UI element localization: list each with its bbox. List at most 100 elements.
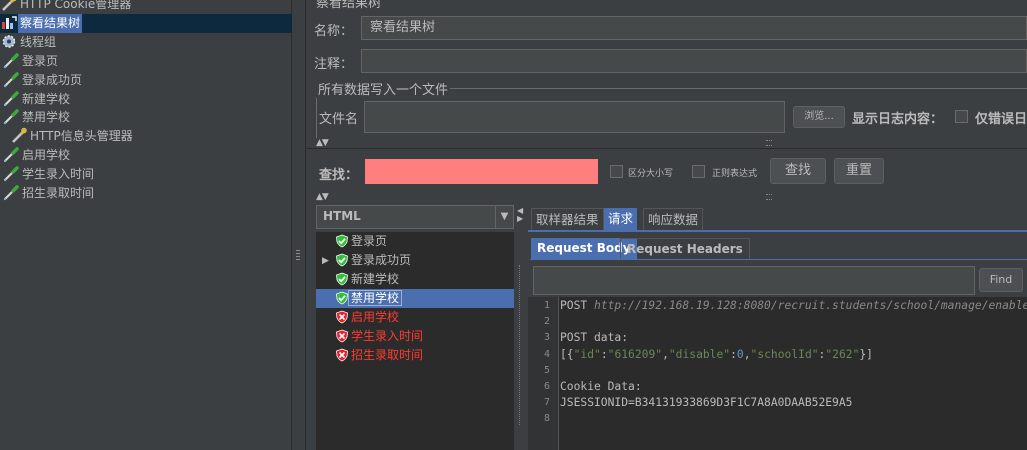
- line-number-gutter: 1 2 3 4 5 6 7 8: [528, 297, 559, 450]
- subtab[interactable]: Request Headers: [620, 238, 750, 260]
- result-item-label: 新建学校: [351, 272, 400, 286]
- tree-item-label: HTTP Cookie管理器: [20, 0, 132, 11]
- splitter-grip-icon[interactable]: [519, 265, 522, 425]
- log-content-label: 显示日志内容：: [852, 112, 944, 127]
- code-line: JSESSIONID=B34131933869D3F1C7A8A0DAAB52E…: [560, 396, 853, 410]
- results-splitter[interactable]: ◀ ▶: [514, 205, 528, 450]
- tree-item-label: HTTP信息头管理器: [30, 129, 133, 144]
- tree-item-label: 招生录取时间: [22, 186, 95, 200]
- filename-input[interactable]: [364, 101, 785, 133]
- splitter-grip-icon[interactable]: [296, 250, 300, 266]
- renderer-value: HTML: [323, 209, 361, 223]
- success-shield-icon: [335, 291, 349, 305]
- error-shield-icon: [335, 329, 349, 343]
- main-splitter[interactable]: [292, 0, 306, 450]
- tree-item[interactable]: 启用学校: [2, 146, 72, 165]
- subtab-underline: [530, 259, 1027, 260]
- pipette-icon: [2, 165, 20, 182]
- line-number: 8: [543, 413, 550, 425]
- tree-item-label: 登录页: [22, 53, 59, 68]
- divider-grip-icon[interactable]: [766, 194, 772, 200]
- browse-button[interactable]: 浏览...: [793, 106, 845, 128]
- search-label: 查找：: [319, 168, 359, 183]
- collapse-left-icon[interactable]: ◀ ▶: [517, 207, 523, 223]
- result-item-label: 学生录入时间: [351, 329, 424, 343]
- tree-item-label: 学生录入时间: [22, 167, 95, 182]
- find-text-button[interactable]: Find: [979, 268, 1023, 292]
- name-label: 名称：: [314, 24, 354, 39]
- tree-item[interactable]: 招生录取时间: [2, 184, 96, 203]
- tree-item[interactable]: 登录成功页: [2, 71, 84, 90]
- collapse-arrows-icon[interactable]: ▲▼: [316, 192, 329, 202]
- tree-item-label: 禁用学校: [22, 110, 71, 125]
- tree-item[interactable]: HTTP信息头管理器: [10, 127, 135, 146]
- line-number: 1: [543, 300, 550, 311]
- pipette-icon: [2, 184, 20, 201]
- find-input[interactable]: [533, 266, 975, 295]
- tab[interactable]: 请求: [604, 208, 638, 230]
- divider-grip-icon[interactable]: [766, 140, 772, 146]
- line-number: 3: [543, 332, 550, 344]
- name-input[interactable]: 察看结果树: [361, 16, 1027, 40]
- result-item[interactable]: 招生录取时间: [335, 346, 425, 365]
- tree-item[interactable]: 登录页: [2, 52, 60, 71]
- success-shield-icon: [335, 253, 349, 267]
- tab[interactable]: 取样器结果: [531, 208, 604, 230]
- find-button[interactable]: 查找: [770, 158, 826, 184]
- pipette-icon: [2, 146, 20, 163]
- case-sensitive-checkbox[interactable]: [610, 165, 623, 178]
- panel-title: 察看结果树: [316, 0, 382, 11]
- expand-arrow-icon[interactable]: ▶: [322, 256, 329, 266]
- result-item[interactable]: 新建学校: [335, 270, 401, 289]
- tree-item[interactable]: 学生录入时间: [2, 165, 96, 184]
- result-item[interactable]: 登录页: [335, 232, 389, 251]
- result-item[interactable]: 禁用学校: [335, 289, 403, 308]
- chevron-down-icon[interactable]: ▼: [495, 206, 513, 228]
- pipette-icon: [2, 108, 20, 125]
- result-item[interactable]: 启用学校: [335, 308, 401, 327]
- result-item[interactable]: 登录成功页: [335, 251, 413, 270]
- tab[interactable]: 响应数据: [643, 208, 704, 230]
- filename-label: 文件名: [319, 112, 359, 127]
- tree-item-label: 察看结果树: [18, 13, 83, 33]
- pipette-icon: [2, 71, 20, 88]
- reset-button[interactable]: 重置: [834, 158, 884, 184]
- tree-item-label: 启用学校: [22, 148, 71, 163]
- wrench-icon: [0, 0, 18, 12]
- comment-input[interactable]: [361, 49, 1027, 73]
- tree-item-label: 线程组: [20, 34, 57, 49]
- request-body-editor[interactable]: POST http://192.168.19.128:8080/recruit.…: [559, 297, 1027, 450]
- code-line: Cookie Data:: [560, 380, 642, 393]
- regex-checkbox[interactable]: [692, 165, 705, 178]
- tree-item[interactable]: 线程组: [0, 33, 58, 52]
- wrench-icon: [10, 127, 28, 144]
- code-line: POST data:: [560, 331, 629, 345]
- code-line: POST http://192.168.19.128:8080/recruit.…: [560, 299, 1027, 312]
- line-number: 5: [543, 364, 550, 376]
- success-shield-icon: [335, 234, 349, 248]
- line-number: 6: [543, 381, 550, 392]
- error-shield-icon: [335, 348, 349, 362]
- divider: [306, 148, 1027, 149]
- tree-item[interactable]: HTTP Cookie管理器: [0, 0, 133, 14]
- errors-only-checkbox[interactable]: [955, 110, 968, 123]
- pipette-icon: [2, 52, 20, 69]
- code-line: [{"id":"616209","disable":0,"schoolId":"…: [560, 347, 873, 361]
- tree-item[interactable]: 察看结果树: [0, 13, 83, 33]
- tree-item[interactable]: 新建学校: [2, 90, 72, 109]
- tree-item[interactable]: 禁用学校: [2, 108, 72, 127]
- result-item-label: 启用学校: [351, 310, 400, 324]
- success-shield-icon: [335, 272, 349, 286]
- tree-item-label: 登录成功页: [22, 72, 83, 87]
- test-plan-tree: HTTP Cookie管理器察看结果树 线程组登录页登录成功页新建学校禁用学校 HT…: [0, 0, 292, 450]
- line-number: 7: [543, 397, 550, 409]
- result-item-label: 禁用学校: [347, 290, 403, 306]
- pipette-icon: [2, 90, 20, 107]
- search-input[interactable]: [365, 159, 598, 184]
- result-item[interactable]: 学生录入时间: [335, 327, 425, 346]
- collapse-arrows-icon[interactable]: ▲▼: [316, 138, 329, 148]
- renderer-select[interactable]: HTML ▼: [316, 205, 514, 229]
- line-number: 4: [543, 348, 550, 360]
- chart-icon: [0, 14, 18, 31]
- tree-item-label: 新建学校: [22, 91, 71, 106]
